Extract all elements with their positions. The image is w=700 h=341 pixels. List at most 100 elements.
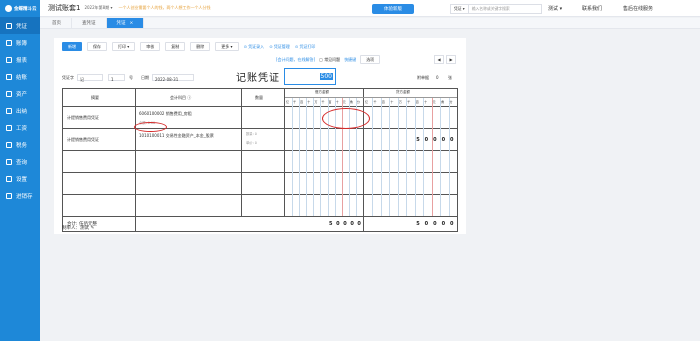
save-button[interactable]: 保存 — [87, 42, 107, 51]
voucher-number-input[interactable]: 1 — [108, 73, 125, 82]
nav-icon — [6, 22, 12, 29]
sidebar-item[interactable]: 出纳 — [0, 102, 40, 119]
search-box[interactable]: 凭证 ▾ 输入名称或关键字搜索 — [450, 4, 542, 14]
sidebar-item-label: 资产 — [16, 91, 28, 98]
nav-icon — [6, 175, 12, 182]
sidebar-item-label: 出纳 — [16, 108, 28, 115]
sidebar-item[interactable]: 凭证 — [0, 17, 40, 34]
notice-text[interactable]: 一个人创业需要个人的钱，两个人想工作一个人分钱 — [118, 5, 210, 11]
annotation-circle — [322, 108, 370, 129]
digit-unit-label: 万 — [398, 100, 402, 104]
digit-unit-label: 十 — [424, 100, 428, 104]
nav-icon — [6, 39, 12, 46]
sidebar-item[interactable]: 账簿 — [0, 34, 40, 51]
digit-divider — [313, 98, 315, 216]
nav-icon — [6, 141, 12, 148]
nav-icon — [6, 56, 12, 63]
digit-divider — [299, 98, 301, 216]
voucher-word-select[interactable]: 记 — [77, 73, 103, 82]
nav-icon — [6, 73, 12, 80]
print-button[interactable]: 打印 ▾ — [112, 42, 136, 51]
debit-amount-input[interactable]: 500 — [284, 68, 336, 85]
nav-icon — [6, 90, 12, 97]
total-credit-digit: 0 — [450, 221, 454, 227]
digit-divider — [380, 98, 382, 216]
row1-summary[interactable]: 计提销售费用凭证 — [67, 115, 99, 121]
account-header: 会计科目 ⓘ — [170, 95, 192, 100]
faq-link[interactable]: ▢ 常见问题 — [319, 57, 340, 63]
sidebar-item[interactable]: 税务 — [0, 136, 40, 153]
edit-icon[interactable]: ✎ — [90, 226, 94, 231]
annotation-circle — [134, 122, 167, 132]
copy-button[interactable]: 复制 — [165, 42, 186, 51]
voucher-entry-link[interactable]: ⊙ 凭证录入 — [244, 42, 265, 51]
row1-account[interactable]: 6060100002 销售费用_房租 — [139, 111, 192, 117]
sidebar-item-label: 查询 — [16, 159, 28, 166]
digit-unit-label: 千 — [293, 100, 297, 104]
new-button[interactable]: 新增 — [62, 42, 82, 51]
audit-button[interactable]: 审核 — [140, 42, 161, 51]
contact-us-link[interactable]: 联系我们 — [582, 5, 602, 12]
next-voucher-icon[interactable]: ▶ — [446, 55, 456, 64]
summary-header: 摘要 — [91, 95, 99, 100]
digit-divider — [431, 98, 433, 216]
total-credit-digit: 0 — [441, 221, 446, 227]
sidebar-item[interactable]: 工资 — [0, 119, 40, 136]
row2-qty-label[interactable]: 数量: 0 — [246, 131, 257, 136]
attachments-label: 附单据 — [417, 75, 429, 80]
sidebar-item[interactable]: 报表 — [0, 51, 40, 68]
sidebar-item[interactable]: 查询 — [0, 153, 40, 170]
voucher-table: 亿千百十万千百十元角分亿千百十万千百十元角分 摘要 会计科目 ⓘ 数量 借方金额… — [62, 88, 458, 232]
digit-unit-label: 元 — [432, 100, 436, 104]
try-new-version-button[interactable]: 体验新版 — [372, 4, 414, 14]
digit-unit-label: 十 — [335, 100, 339, 104]
tab-home[interactable]: 首页 — [42, 18, 72, 28]
attachments-unit: 张 — [448, 75, 452, 80]
digit-unit-label: 十 — [307, 100, 311, 104]
period-selector[interactable]: 2022年第8期 ▾ — [84, 5, 112, 11]
search-category-select[interactable]: 凭证 ▾ — [451, 5, 469, 13]
voucher-print-link[interactable]: ⊙ 凭证打印 — [295, 42, 316, 51]
row2-credit-digit: 0 — [450, 137, 454, 143]
sidebar-item[interactable]: 进销存 — [0, 187, 40, 204]
sidebar: 金蝶精斗云 凭证 账簿 报表结账资产出纳工资税务查询设置进销存 — [0, 0, 40, 341]
row2-credit-digit: 0 — [441, 137, 446, 143]
shortcut-link[interactable]: 快捷键 — [344, 57, 356, 63]
sidebar-item-label: 工资 — [16, 125, 28, 132]
settings-button[interactable]: 选项 — [360, 55, 381, 64]
online-service-link[interactable]: 售后在线服务 — [623, 5, 653, 12]
prev-voucher-icon[interactable]: ◀ — [434, 55, 444, 64]
app-logo: 金蝶精斗云 — [0, 0, 40, 17]
sidebar-item[interactable]: 结账 — [0, 68, 40, 85]
sidebar-item[interactable]: 资产 — [0, 85, 40, 102]
row2-account[interactable]: 1010100011 交易性金融资产_本金_股票 — [139, 133, 239, 139]
help-links: [会计问题，在线解答] ▢ 常见问题 快捷键 选项 — [276, 55, 381, 64]
user-menu[interactable]: 测试 ▾ — [548, 5, 562, 12]
accounting-help-link[interactable]: [会计问题，在线解答] — [276, 57, 315, 63]
search-input[interactable]: 输入名称或关键字搜索 — [469, 6, 510, 12]
total-debit-digit: 5 — [329, 221, 333, 227]
total-debit-digit: 0 — [357, 221, 361, 227]
delete-button[interactable]: 删除 — [190, 42, 211, 51]
row2-credit-digit: 0 — [424, 137, 429, 143]
sidebar-item-label: 进销存 — [16, 193, 33, 200]
total-debit-digit: 0 — [336, 221, 340, 227]
sidebar-item[interactable]: 设置 — [0, 170, 40, 187]
row2-summary[interactable]: 计提销售费用凭证 — [67, 137, 99, 143]
attachments-count[interactable]: 0 — [436, 75, 439, 80]
voucher-manage-link[interactable]: ⊙ 凭证管理 — [269, 42, 290, 51]
date-label: 日期 — [141, 75, 149, 80]
more-button[interactable]: 更多 ▾ — [215, 42, 239, 51]
debit-amount-value: 500 — [319, 73, 333, 80]
date-input[interactable]: 2022-08-31 — [152, 73, 194, 82]
digit-divider — [389, 98, 391, 216]
credit-header: 贷方金额 — [396, 90, 410, 94]
sidebar-item-label: 设置 — [16, 176, 28, 183]
digit-unit-label: 百 — [300, 100, 304, 104]
tab-voucher[interactable]: 凭证 × — [106, 18, 145, 28]
row2-price-label[interactable]: 单价: 0 — [246, 140, 257, 145]
digit-divider — [292, 98, 294, 216]
sidebar-item-label: 结账 — [16, 74, 28, 81]
close-icon[interactable]: × — [130, 21, 134, 26]
tab-view-vouchers[interactable]: 查凭证 — [72, 18, 107, 28]
